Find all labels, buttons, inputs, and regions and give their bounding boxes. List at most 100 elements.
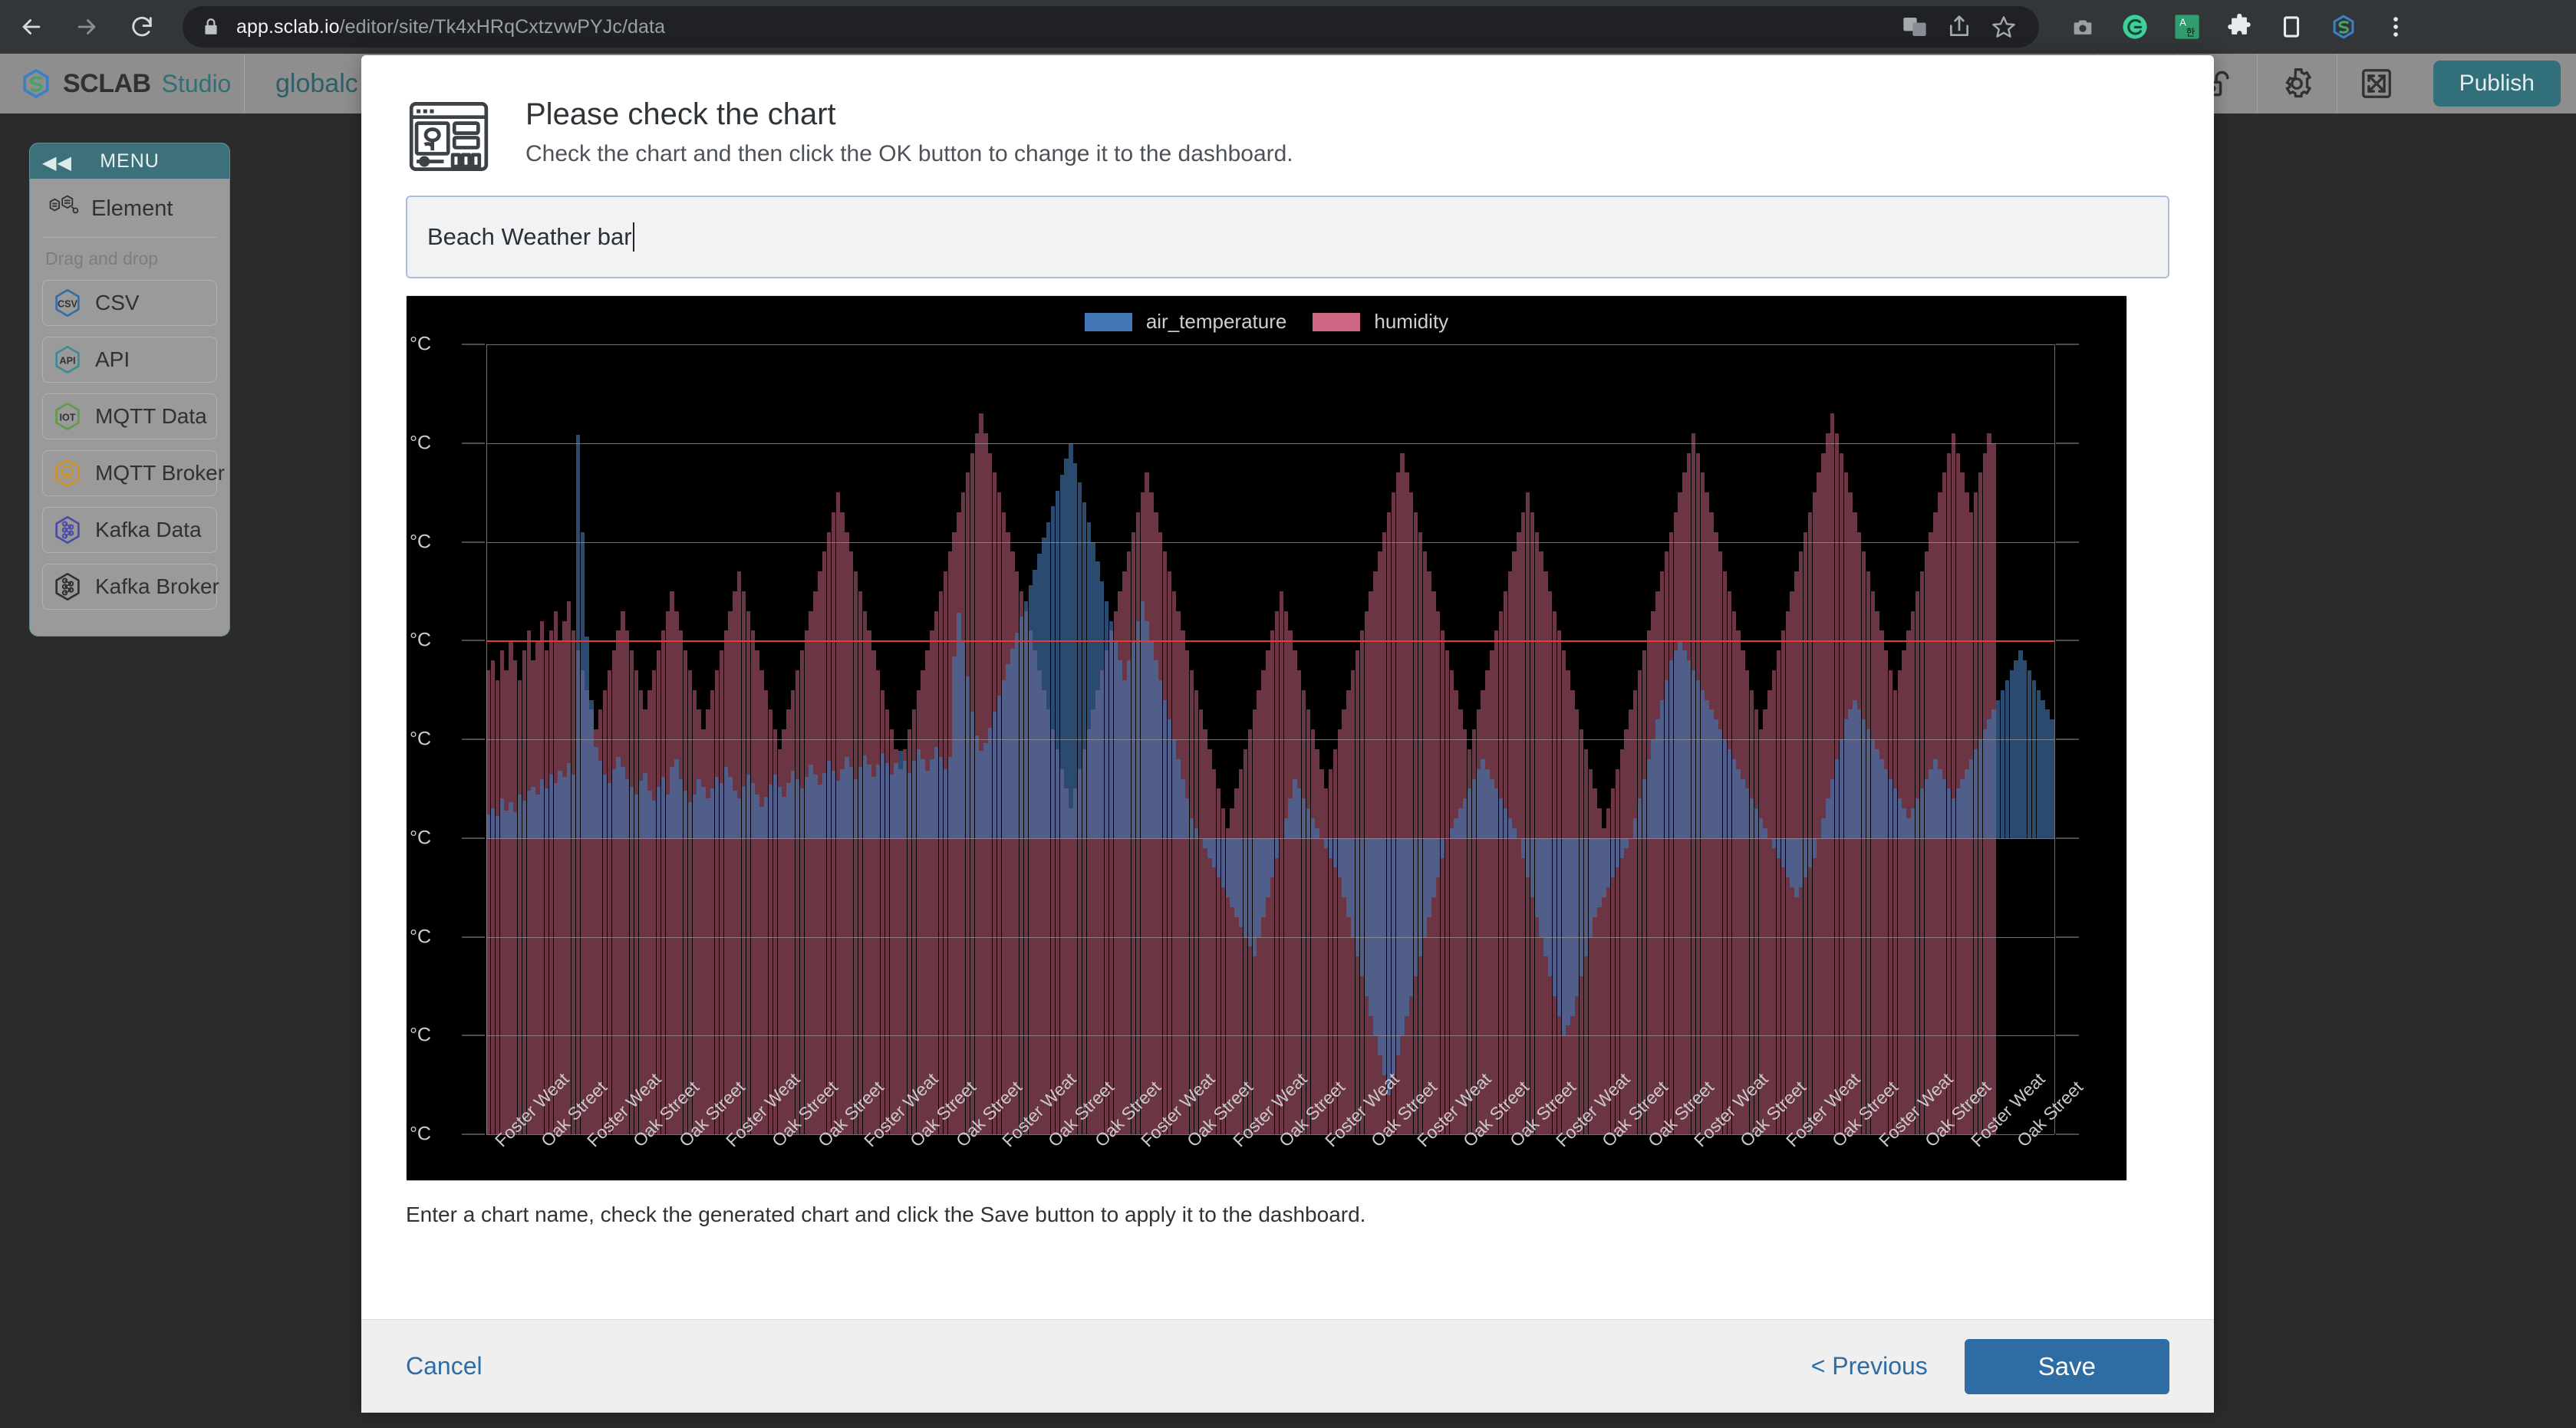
bar-air-temperature — [759, 806, 764, 838]
forward-arrow-icon[interactable] — [63, 3, 110, 51]
text-caret — [632, 222, 634, 252]
bar-air-temperature — [1915, 798, 1920, 838]
share-icon[interactable] — [1947, 15, 1972, 39]
bar-air-temperature — [1288, 798, 1293, 838]
bar-air-temperature — [746, 775, 751, 838]
bar-humidity — [746, 610, 751, 1134]
bar-air-temperature — [1969, 758, 1974, 838]
bar-air-temperature — [490, 808, 496, 838]
bar-air-temperature — [849, 767, 854, 838]
bar-air-temperature — [1543, 837, 1548, 957]
y-axis-left-tick: 20 °C — [407, 432, 431, 454]
bar-air-temperature — [1892, 788, 1898, 838]
previous-button[interactable]: < Previous — [1811, 1352, 1928, 1380]
bar-air-temperature — [1682, 650, 1687, 838]
bar-air-temperature — [719, 782, 724, 838]
bar-air-temperature — [1015, 632, 1020, 838]
bar-air-temperature — [938, 757, 944, 838]
bar-humidity — [1767, 689, 1772, 1134]
bar-air-temperature — [1243, 837, 1248, 937]
bar-air-temperature — [1118, 660, 1122, 838]
bar-air-temperature — [930, 758, 934, 838]
legend-item[interactable]: air_temperature — [1084, 310, 1286, 334]
bar-humidity — [1162, 551, 1168, 1134]
y-axis-left-tick: 15 °C — [407, 531, 431, 552]
bookmark-star-icon[interactable] — [1991, 15, 2016, 39]
bar-air-temperature — [853, 778, 858, 838]
bar-air-temperature — [575, 435, 581, 838]
camera-extension-icon[interactable] — [2070, 14, 2096, 40]
bar-humidity — [710, 689, 715, 1134]
bar-air-temperature — [1919, 788, 1925, 838]
bar-humidity — [768, 709, 773, 1134]
bar-air-temperature — [1481, 758, 1485, 838]
save-button[interactable]: Save — [1964, 1338, 2169, 1394]
bar-humidity — [1651, 610, 1655, 1134]
bar-humidity — [665, 610, 670, 1134]
bar-humidity — [1507, 571, 1512, 1134]
bar-humidity — [1176, 610, 1181, 1134]
bar-air-temperature — [1772, 837, 1777, 848]
chart-name-input[interactable]: Beach Weather bar — [406, 196, 2169, 278]
bar-air-temperature — [858, 767, 863, 838]
bar-air-temperature — [598, 761, 603, 838]
bar-humidity — [1521, 512, 1526, 1134]
puzzle-extensions-icon[interactable] — [2226, 14, 2252, 40]
bar-air-temperature — [1933, 758, 1938, 838]
bar-air-temperature — [795, 778, 800, 838]
korean-translate-extension-icon[interactable]: A한 — [2174, 14, 2200, 40]
bar-humidity — [499, 650, 504, 1134]
bar-air-temperature — [714, 776, 720, 838]
bar-air-temperature — [2014, 660, 2018, 838]
bar-humidity — [660, 630, 666, 1134]
bar-air-temperature — [1548, 837, 1553, 976]
bar-humidity — [1181, 630, 1185, 1134]
translate-icon[interactable] — [1902, 15, 1927, 39]
sidepanel-icon[interactable] — [2278, 14, 2304, 40]
bar-air-temperature — [1897, 798, 1902, 838]
legend-item[interactable]: humidity — [1313, 310, 1448, 334]
bar-air-temperature — [1687, 660, 1692, 838]
bar-air-temperature — [1996, 699, 2001, 838]
bar-air-temperature — [1220, 837, 1226, 888]
bar-humidity — [1440, 630, 1445, 1134]
bar-air-temperature — [1171, 739, 1176, 838]
y-axis-left-tick: -15 °C — [407, 1123, 431, 1145]
bar-air-temperature — [2050, 719, 2054, 838]
bar-humidity — [818, 571, 822, 1134]
grammarly-extension-icon[interactable] — [2122, 14, 2148, 40]
bar-air-temperature — [2041, 699, 2045, 838]
bar-humidity — [625, 630, 630, 1134]
bar-air-temperature — [504, 810, 509, 838]
chrome-menu-icon[interactable] — [2383, 14, 2409, 40]
bar-air-temperature — [988, 727, 993, 838]
bar-humidity — [1337, 729, 1342, 1134]
bar-humidity — [621, 610, 625, 1134]
reload-icon[interactable] — [118, 3, 166, 51]
bar-air-temperature — [1857, 709, 1862, 838]
bar-air-temperature — [1490, 778, 1494, 838]
bar-air-temperature — [499, 798, 504, 838]
bar-humidity — [822, 551, 827, 1134]
bar-air-temperature — [1785, 837, 1790, 878]
bar-air-temperature — [1525, 837, 1530, 878]
bar-air-temperature — [647, 790, 652, 838]
cancel-button[interactable]: Cancel — [406, 1352, 483, 1380]
bar-air-temperature — [1359, 837, 1365, 976]
bar-air-temperature — [2009, 670, 2014, 838]
bar-air-temperature — [1028, 585, 1033, 838]
bar-air-temperature — [1252, 837, 1257, 957]
axis-line — [2054, 344, 2055, 1134]
bar-air-temperature — [755, 795, 759, 838]
bar-air-temperature — [867, 765, 871, 838]
bar-humidity — [562, 620, 567, 1134]
address-bar[interactable]: app.sclab.io/editor/site/Tk4xHRqCxtzvwPY… — [183, 6, 2039, 48]
y-axis-left-tick: -10 °C — [407, 1024, 431, 1046]
bar-air-temperature — [992, 711, 997, 838]
sclab-extension-icon[interactable] — [2331, 14, 2357, 40]
bar-air-temperature — [1427, 837, 1431, 917]
bar-air-temperature — [1512, 828, 1517, 838]
back-arrow-icon[interactable] — [8, 3, 55, 51]
bar-air-temperature — [1651, 739, 1655, 838]
bar-air-temperature — [1301, 798, 1306, 838]
